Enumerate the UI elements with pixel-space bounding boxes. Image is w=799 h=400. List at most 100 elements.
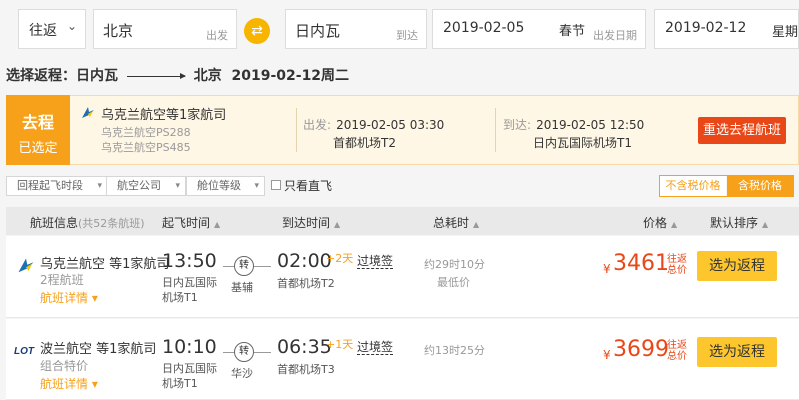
return-date-value: 2019-02-12 — [665, 20, 747, 36]
sort-up-icon: ▲ — [762, 220, 769, 229]
to-hint: 到达 — [396, 29, 418, 42]
cabin-filter[interactable]: 舱位等级 ▾ — [186, 176, 265, 196]
depart-time-filter[interactable]: 回程起飞时段 ▾ — [6, 176, 108, 196]
no-tax-price-tab[interactable]: 不含税价格 — [660, 176, 726, 196]
arr-day-offset: +1天 — [326, 338, 354, 351]
flight-details-link[interactable]: 航班详情 ▾ — [40, 289, 98, 306]
select-return-button[interactable]: 选为返程 — [697, 337, 777, 367]
arrow-right-icon — [126, 72, 186, 79]
col-duration[interactable]: 总耗时 ▲ — [433, 214, 479, 231]
duration-note: 最低价 — [437, 276, 470, 289]
airline-filter[interactable]: 航空公司 ▾ — [106, 176, 186, 196]
selected-arrival: 到达: 2019-02-05 12:50 — [503, 114, 644, 133]
dep-airport: 日内瓦国际机场T1 — [162, 276, 217, 304]
route-heading: 选择返程：日内瓦 北京 2019-02-12周二 — [6, 65, 349, 85]
selected-flight-2: 乌克兰航空PS485 — [101, 141, 191, 154]
arr-airport: 首都机场T3 — [277, 363, 335, 376]
divider — [296, 108, 297, 152]
transfer-city: 基辅 — [231, 281, 253, 294]
transit-visa-link[interactable]: 过境签 — [357, 340, 394, 355]
airline-filter-label: 航空公司 — [117, 179, 161, 192]
svg-text:LOT: LOT — [14, 346, 35, 356]
return-week-label: 星期 — [771, 25, 798, 40]
col-arr-time-label: 到达时间 — [282, 216, 331, 230]
arr-day-offset: +2天 — [326, 252, 354, 265]
depart-time-filter-label: 回程起飞时段 — [17, 179, 83, 192]
col-arr-time[interactable]: 到达时间 ▲ — [282, 214, 340, 231]
table-row — [6, 236, 799, 318]
ukraine-airlines-logo-icon — [18, 258, 34, 273]
divider — [495, 108, 496, 152]
dep-label: 出发: — [303, 118, 332, 132]
depart-date-input[interactable]: 2019-02-05 春节 出发日期 — [432, 9, 646, 49]
depart-date-hint: 出发日期 — [593, 29, 637, 42]
direct-only-checkbox[interactable] — [271, 180, 281, 190]
swap-cities-icon[interactable]: ⇄ — [244, 18, 270, 44]
chevron-down-icon: ▾ — [254, 181, 259, 191]
select-return-button[interactable]: 选为返程 — [697, 251, 777, 281]
col-dep-time[interactable]: 起飞时间 ▲ — [162, 214, 220, 231]
chevron-down-icon: ⌄ — [66, 19, 77, 33]
transfer-icon: 转 — [234, 342, 254, 362]
from-city-value: 北京 — [103, 22, 134, 40]
transfer-icon: 转 — [234, 256, 254, 276]
ukraine-airlines-logo-icon — [82, 107, 94, 118]
trip-type-select[interactable]: 往返 ⌄ — [18, 9, 86, 49]
currency-symbol: ¥ — [603, 348, 611, 362]
outbound-tag-title: 去程 — [21, 113, 54, 132]
route-origin: 日内瓦 — [76, 68, 118, 84]
flight-sub: 组合特价 — [40, 359, 89, 373]
from-hint: 出发 — [206, 29, 228, 42]
dep-airport: 首都机场T2 — [333, 136, 396, 150]
flight-sub: 2程航班 — [40, 273, 84, 287]
to-city-value: 日内瓦 — [295, 22, 341, 40]
outbound-tag-sub: 已选定 — [18, 141, 58, 156]
selected-departure: 出发: 2019-02-05 03:30 — [303, 114, 444, 133]
trip-type-value: 往返 — [29, 23, 57, 39]
flight-details-link[interactable]: 航班详情 ▾ — [40, 375, 98, 392]
from-city-input[interactable]: 北京 出发 — [93, 9, 237, 49]
price: 3699 — [613, 337, 669, 362]
col-dep-time-label: 起飞时间 — [162, 216, 211, 230]
rebook-outbound-button[interactable]: 重选去程航班 — [698, 117, 786, 144]
price-note: 往返总价 — [667, 340, 687, 362]
transfer-city: 华沙 — [231, 367, 253, 380]
chevron-down-icon: ▾ — [175, 181, 180, 191]
col-price[interactable]: 价格 ▲ — [643, 214, 677, 231]
flight-details-label: 航班详情 — [40, 377, 89, 391]
col-sort[interactable]: 默认排序 ▲ — [710, 214, 768, 231]
sort-up-icon: ▲ — [214, 220, 221, 229]
chevron-down-icon: ▾ — [91, 291, 98, 305]
holiday-label: 春节 — [558, 24, 585, 39]
price: 3461 — [613, 251, 669, 276]
arr-time: 02:00 — [277, 250, 332, 272]
route-prefix: 选择返程： — [6, 68, 76, 84]
sort-up-icon: ▲ — [473, 220, 480, 229]
arr-airport: 日内瓦国际机场T1 — [533, 136, 632, 150]
dep-time: 2019-02-05 03:30 — [336, 118, 445, 132]
direct-only-label[interactable]: 只看直飞 — [284, 177, 332, 194]
with-tax-price-tab[interactable]: 含税价格 — [727, 176, 793, 196]
arr-time: 2019-02-05 12:50 — [536, 118, 645, 132]
sort-up-icon: ▲ — [671, 220, 678, 229]
col-flight-info: 航班信息(共52条航班) — [30, 214, 145, 231]
dep-airport: 日内瓦国际机场T1 — [162, 362, 217, 390]
currency-symbol: ¥ — [603, 262, 611, 276]
to-city-input[interactable]: 日内瓦 到达 — [285, 9, 427, 49]
selected-airline: 乌克兰航空等1家航司 — [101, 108, 227, 123]
flight-details-label: 航班详情 — [40, 291, 89, 305]
return-date-input[interactable]: 2019-02-12 星期 — [654, 9, 799, 49]
depart-date-value: 2019-02-05 — [443, 20, 525, 36]
transit-visa-link[interactable]: 过境签 — [357, 254, 394, 269]
chevron-down-icon: ▾ — [97, 181, 102, 191]
chevron-down-icon: ▾ — [91, 377, 98, 391]
airline-name: 乌克兰航空 等1家航司 — [40, 257, 170, 272]
duration: 约29时10分 — [424, 258, 485, 271]
arr-time: 06:35 — [277, 336, 332, 358]
dep-time: 13:50 — [162, 250, 217, 272]
sort-up-icon: ▲ — [334, 220, 341, 229]
col-duration-label: 总耗时 — [433, 216, 470, 230]
flight-count: (共52条航班) — [78, 217, 145, 230]
price-note: 往返总价 — [667, 254, 687, 276]
route-dest: 北京 — [193, 68, 222, 84]
